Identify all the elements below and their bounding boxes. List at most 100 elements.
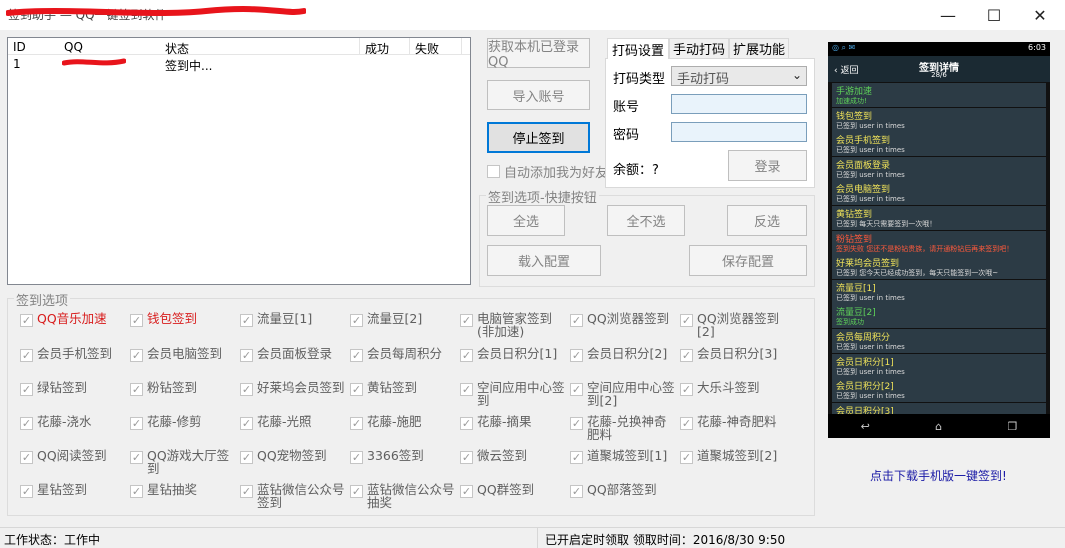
checkbox-box[interactable] xyxy=(350,451,363,464)
select-none-button[interactable]: 全不选 xyxy=(607,205,685,236)
checkbox-box[interactable] xyxy=(460,417,473,430)
captcha-account-input[interactable] xyxy=(671,94,807,114)
signin-option-checkbox[interactable]: 电脑管家签到(非加速) xyxy=(460,312,568,338)
signin-option-checkbox[interactable]: 花藤-兑换神奇肥料 xyxy=(570,415,678,441)
checkbox-box[interactable] xyxy=(570,417,583,430)
signin-option-checkbox[interactable]: QQ浏览器签到 xyxy=(570,312,678,327)
signin-option-checkbox[interactable]: 花藤-神奇肥料 xyxy=(680,415,788,430)
checkbox-box[interactable] xyxy=(240,485,253,498)
signin-option-checkbox[interactable]: 空间应用中心签到 xyxy=(460,381,568,407)
signin-option-checkbox[interactable]: 绿钻签到 xyxy=(20,381,128,396)
checkbox-box[interactable] xyxy=(460,383,473,396)
checkbox-box[interactable] xyxy=(460,314,473,327)
checkbox-box[interactable] xyxy=(20,451,33,464)
signin-option-checkbox[interactable]: 会员日积分[2] xyxy=(570,347,678,362)
column-header-qq[interactable]: QQ xyxy=(64,40,83,54)
checkbox-box[interactable] xyxy=(350,485,363,498)
signin-option-checkbox[interactable]: 微云签到 xyxy=(460,449,568,464)
signin-option-checkbox[interactable]: 花藤-光照 xyxy=(240,415,348,430)
tab-manual-captcha[interactable]: 手动打码 xyxy=(669,38,729,58)
signin-option-checkbox[interactable]: QQ音乐加速 xyxy=(20,312,128,327)
signin-option-checkbox[interactable]: 钱包签到 xyxy=(130,312,238,327)
signin-option-checkbox[interactable]: 会员面板登录 xyxy=(240,347,348,362)
checkbox-box[interactable] xyxy=(20,349,33,362)
signin-option-checkbox[interactable]: 会员电脑签到 xyxy=(130,347,238,362)
captcha-login-button[interactable]: 登录 xyxy=(728,150,807,181)
signin-option-checkbox[interactable]: 黄钻签到 xyxy=(350,381,458,396)
signin-option-checkbox[interactable]: 3366签到 xyxy=(350,449,458,464)
signin-option-checkbox[interactable]: 大乐斗签到 xyxy=(680,381,788,396)
signin-option-checkbox[interactable]: QQ阅读签到 xyxy=(20,449,128,464)
signin-option-checkbox[interactable]: 花藤-修剪 xyxy=(130,415,238,430)
invert-selection-button[interactable]: 反选 xyxy=(727,205,807,236)
signin-option-checkbox[interactable]: 花藤-摘果 xyxy=(460,415,568,430)
checkbox-box[interactable] xyxy=(460,485,473,498)
column-header-id[interactable]: ID xyxy=(13,40,26,54)
maximize-button[interactable]: ☐ xyxy=(971,0,1017,30)
checkbox-box[interactable] xyxy=(680,383,693,396)
signin-option-checkbox[interactable]: 星钻抽奖 xyxy=(130,483,238,498)
checkbox-box[interactable] xyxy=(350,349,363,362)
checkbox-box[interactable] xyxy=(570,383,583,396)
signin-option-checkbox[interactable]: 会员手机签到 xyxy=(20,347,128,362)
get-logged-qq-button[interactable]: 获取本机已登录QQ xyxy=(487,38,590,70)
import-accounts-button[interactable]: 导入账号 xyxy=(487,80,590,110)
checkbox-box[interactable] xyxy=(350,417,363,430)
signin-option-checkbox[interactable]: 道聚城签到[1] xyxy=(570,449,678,464)
load-config-button[interactable]: 载入配置 xyxy=(487,245,601,276)
checkbox-box[interactable] xyxy=(130,485,143,498)
checkbox-box[interactable] xyxy=(570,451,583,464)
column-header-fail[interactable]: 失败 xyxy=(415,40,439,57)
checkbox-box[interactable] xyxy=(680,417,693,430)
signin-option-checkbox[interactable]: QQ宠物签到 xyxy=(240,449,348,464)
minimize-button[interactable]: — xyxy=(925,0,971,30)
checkbox-box[interactable] xyxy=(350,383,363,396)
tab-extensions[interactable]: 扩展功能 xyxy=(729,38,789,58)
signin-option-checkbox[interactable]: 花藤-施肥 xyxy=(350,415,458,430)
checkbox-box[interactable] xyxy=(240,349,253,362)
checkbox-box[interactable] xyxy=(240,417,253,430)
checkbox-box[interactable] xyxy=(570,485,583,498)
signin-option-checkbox[interactable]: QQ部落签到 xyxy=(570,483,678,498)
signin-option-checkbox[interactable]: 会员日积分[1] xyxy=(460,347,568,362)
checkbox-box[interactable] xyxy=(680,314,693,327)
signin-option-checkbox[interactable]: 道聚城签到[2] xyxy=(680,449,788,464)
signin-option-checkbox[interactable]: QQ游戏大厅签到 xyxy=(130,449,238,475)
captcha-password-input[interactable] xyxy=(671,122,807,142)
signin-option-checkbox[interactable]: 蓝钻微信公众号签到 xyxy=(240,483,348,509)
signin-option-checkbox[interactable]: 蓝钻微信公众号抽奖 xyxy=(350,483,458,509)
checkbox-box[interactable] xyxy=(130,417,143,430)
signin-option-checkbox[interactable]: 粉钻签到 xyxy=(130,381,238,396)
signin-option-checkbox[interactable]: 花藤-浇水 xyxy=(20,415,128,430)
checkbox-box[interactable] xyxy=(20,314,33,327)
signin-option-checkbox[interactable]: 星钻签到 xyxy=(20,483,128,498)
signin-option-checkbox[interactable]: 好莱坞会员签到 xyxy=(240,381,348,396)
signin-option-checkbox[interactable]: 会员每周积分 xyxy=(350,347,458,362)
checkbox-box[interactable] xyxy=(570,314,583,327)
checkbox-box[interactable] xyxy=(570,349,583,362)
checkbox-box[interactable] xyxy=(130,383,143,396)
checkbox-box[interactable] xyxy=(20,383,33,396)
stop-signin-button[interactable]: 停止签到 xyxy=(487,122,590,153)
account-list[interactable]: ID QQ 状态 成功 失败 1 签到中... xyxy=(7,37,471,285)
column-header-status[interactable]: 状态 xyxy=(165,40,189,57)
signin-option-checkbox[interactable]: 会员日积分[3] xyxy=(680,347,788,362)
checkbox-box[interactable] xyxy=(130,314,143,327)
signin-option-checkbox[interactable]: 流量豆[2] xyxy=(350,312,458,327)
checkbox-box[interactable] xyxy=(350,314,363,327)
checkbox-box[interactable] xyxy=(20,485,33,498)
auto-add-friend-checkbox[interactable]: 自动添加我为好友 xyxy=(487,162,608,181)
checkbox-box[interactable] xyxy=(240,451,253,464)
checkbox-box[interactable] xyxy=(680,349,693,362)
captcha-type-select[interactable]: 手动打码 ⌄ xyxy=(671,66,807,87)
signin-option-checkbox[interactable]: 流量豆[1] xyxy=(240,312,348,327)
save-config-button[interactable]: 保存配置 xyxy=(689,245,807,276)
checkbox-box[interactable] xyxy=(20,417,33,430)
download-mobile-link[interactable]: 点击下载手机版一键签到! xyxy=(870,467,1007,484)
checkbox-box[interactable] xyxy=(130,349,143,362)
signin-option-checkbox[interactable]: QQ群签到 xyxy=(460,483,568,498)
close-button[interactable]: ✕ xyxy=(1017,0,1063,30)
checkbox-box[interactable] xyxy=(460,451,473,464)
checkbox-box[interactable] xyxy=(680,451,693,464)
checkbox-box[interactable] xyxy=(240,383,253,396)
